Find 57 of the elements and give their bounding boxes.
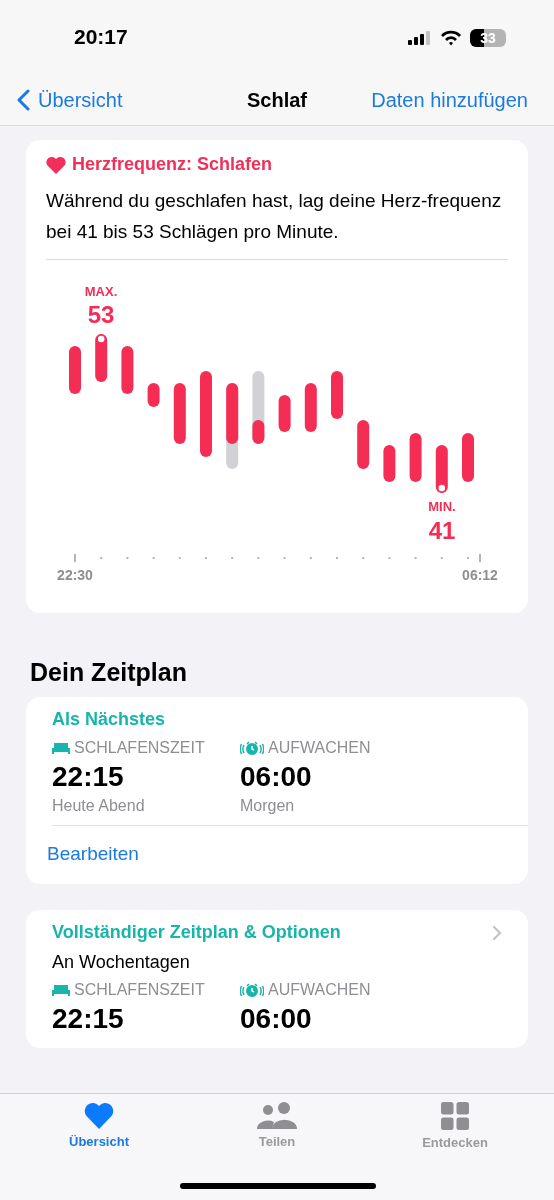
max-point-marker <box>96 334 106 344</box>
chevron-left-icon <box>16 89 30 111</box>
min-value: 41 <box>428 517 456 544</box>
max-label: MAX. <box>84 284 118 299</box>
page-title: Schlaf <box>247 88 307 111</box>
heart-rate-range-bar <box>357 420 370 469</box>
axis-label: 06:12 <box>462 567 498 583</box>
heart-rate-summary: Während du geschlafen hast, lag deine Herz-frequenz bei 41 bis 53 Schlägen pro Minute. <box>46 189 503 244</box>
heart-icon <box>84 1102 114 1129</box>
add-data-link[interactable]: Daten hinzufügen <box>371 88 528 112</box>
heart-rate-range-bar <box>147 383 160 407</box>
schedule-days: An Wochentagen <box>52 952 528 973</box>
time-value: 06:00 <box>240 761 313 793</box>
grid-icon <box>441 1102 469 1130</box>
time-label: SCHLAFENSZEIT <box>74 739 205 757</box>
time-label: AUFWACHEN <box>268 981 371 999</box>
tab-button[interactable]: Übersicht <box>34 1102 164 1150</box>
heart-rate-range-bar <box>226 383 239 444</box>
min-point-marker <box>437 483 447 493</box>
time-value: 22:15 <box>52 761 125 793</box>
card-title: Als Nächstes <box>52 709 167 730</box>
tab-button[interactable]: Teilen <box>212 1102 342 1150</box>
alarm-clock-icon <box>240 740 264 756</box>
day-note: Heute Abend <box>52 797 146 815</box>
heart-rate-range-bar <box>331 371 343 419</box>
time-value: 06:00 <box>240 1003 313 1035</box>
heart-rate-range-bar <box>462 433 474 482</box>
alarm-clock-icon <box>240 982 264 998</box>
heart-rate-range-bar <box>304 383 317 432</box>
time-label: AUFWACHEN <box>268 739 371 757</box>
heart-icon <box>46 155 66 174</box>
bed-icon <box>52 984 70 996</box>
signal-icon <box>408 30 432 45</box>
back-button[interactable]: Übersicht <box>16 88 123 112</box>
max-value: 53 <box>87 301 115 328</box>
time-label: SCHLAFENSZEIT <box>74 981 205 999</box>
card-title: Vollständiger Zeitplan & Optionen <box>52 922 341 943</box>
min-label: MIN. <box>428 499 456 514</box>
wifi-icon <box>440 29 462 46</box>
heart-rate-range-bar <box>173 383 186 444</box>
heart-rate-range-bar <box>121 346 134 394</box>
section-heading: Dein Zeitplan <box>30 658 188 687</box>
heart-rate-range-bar <box>69 346 81 394</box>
bed-icon <box>52 742 70 754</box>
people-icon <box>257 1102 297 1129</box>
chevron-right-icon <box>492 924 502 941</box>
tab-button[interactable]: Entdecken <box>390 1102 520 1150</box>
clock-time: 20:17 <box>74 24 129 49</box>
full-schedule-card[interactable]: Vollständiger Zeitplan & Optionen An Wochentagen SCHLAFENSZEIT 22:15 AUFWACHEN 06:00 <box>26 910 528 1048</box>
day-note: Morgen <box>240 797 296 815</box>
time-value: 22:15 <box>52 1003 125 1035</box>
card-title: Herzfrequenz: Schlafen <box>72 154 273 175</box>
heart-rate-range-bar <box>383 445 396 482</box>
edit-link[interactable]: Bearbeiten <box>47 843 139 865</box>
axis-label: 22:30 <box>57 567 93 583</box>
heart-rate-range-bar <box>409 433 422 482</box>
heart-rate-range-bar <box>278 395 291 432</box>
